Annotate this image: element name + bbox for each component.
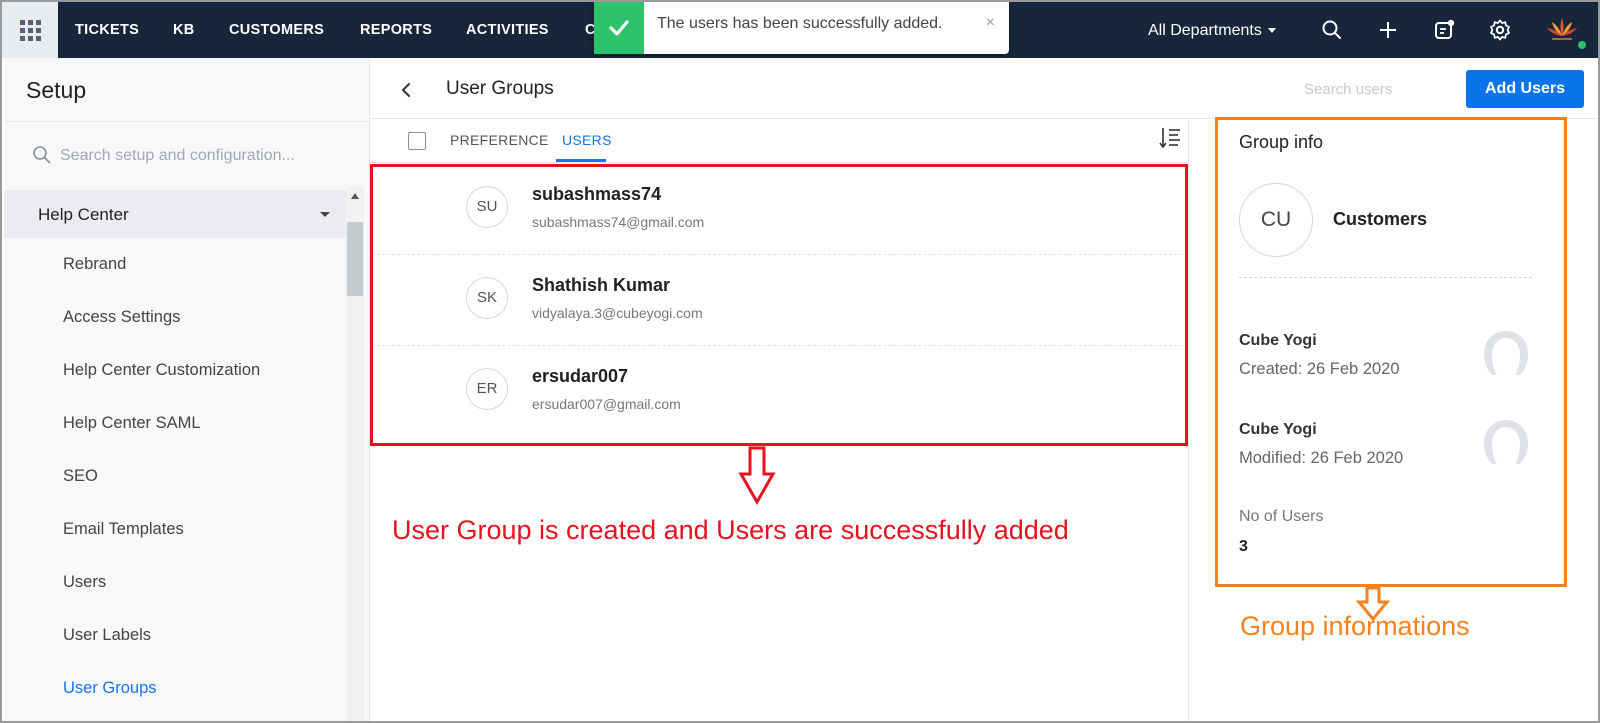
avatar: SK [466, 277, 508, 319]
annotation-arrow-down-icon [738, 446, 776, 506]
tab-users[interactable]: USERS [562, 132, 612, 148]
user-count-label: No of Users [1239, 508, 1324, 525]
created-date: Created: 26 Feb 2020 [1239, 360, 1400, 378]
profile-avatar[interactable] [1544, 12, 1580, 48]
scroll-up-arrow-icon[interactable] [351, 193, 359, 199]
app-window: TICKETS KB CUSTOMERS REPORTS ACTIVITIES … [0, 0, 1600, 723]
add-users-button[interactable]: Add Users [1466, 70, 1584, 108]
user-name[interactable]: ersudar007 [532, 366, 628, 387]
modified-by-name: Cube Yogi [1239, 421, 1317, 438]
page-header: User Groups Add Users [370, 58, 1598, 119]
chevron-down-icon [1267, 28, 1276, 34]
group-avatar: CU [1239, 183, 1313, 257]
sidebar-scrollbar[interactable] [346, 186, 364, 721]
sort-icon[interactable] [1158, 125, 1182, 151]
avatar: SU [466, 186, 508, 228]
toast-message: The users has been successfully added. [657, 15, 943, 32]
search-icon [33, 146, 51, 164]
sidebar-item-email-templates[interactable]: Email Templates [4, 503, 346, 556]
panel-divider [1188, 119, 1189, 721]
success-toast: The users has been successfully added. × [594, 2, 1009, 54]
search-users-input[interactable] [1304, 76, 1424, 102]
select-all-checkbox[interactable] [408, 132, 426, 150]
setup-search-input[interactable] [60, 141, 340, 171]
sidebar-group-label: Help Center [38, 205, 129, 224]
back-chevron-icon[interactable] [400, 82, 412, 98]
divider [4, 121, 370, 122]
sidebar-item-seo[interactable]: SEO [4, 450, 346, 503]
annotation-note-group: Group informations [1240, 611, 1470, 641]
user-name[interactable]: subashmass74 [532, 184, 661, 205]
user-name[interactable]: Shathish Kumar [532, 275, 670, 296]
nav-reports[interactable]: REPORTS [360, 2, 432, 58]
group-name: Customers [1333, 209, 1428, 229]
sidebar-item-user-groups[interactable]: User Groups [4, 662, 346, 715]
apps-grid-icon [19, 19, 41, 41]
nav-activities[interactable]: ACTIVITIES [466, 2, 549, 58]
department-label: All Departments [1148, 22, 1262, 39]
annotation-note-users: User Group is created and Users are succ… [392, 515, 1069, 545]
divider [1239, 277, 1532, 278]
list-item[interactable]: ER ersudar007 ersudar007@gmail.com [372, 346, 1187, 437]
active-tab-indicator [556, 159, 606, 162]
app-switcher-button[interactable] [2, 2, 58, 58]
user-email: ersudar007@gmail.com [532, 396, 681, 412]
close-icon[interactable]: × [986, 14, 995, 32]
user-avatar-placeholder-icon [1484, 420, 1528, 464]
user-count-value: 3 [1239, 538, 1248, 555]
tab-bar: PREFERENCE USERS [370, 119, 1188, 163]
sidebar-item-access-settings[interactable]: Access Settings [4, 291, 346, 344]
sidebar-items: Rebrand Access Settings Help Center Cust… [4, 238, 346, 715]
user-email: subashmass74@gmail.com [532, 214, 705, 230]
page-title: User Groups [446, 78, 554, 99]
check-icon [594, 2, 644, 54]
nav-kb[interactable]: KB [173, 2, 195, 58]
created-by-name: Cube Yogi [1239, 332, 1317, 349]
list-item[interactable]: SK Shathish Kumar vidyalaya.3@cubeyogi.c… [372, 255, 1187, 346]
sidebar-group-help-center[interactable]: Help Center [4, 190, 346, 238]
search-icon[interactable] [1320, 18, 1344, 42]
modified-date: Modified: 26 Feb 2020 [1239, 449, 1404, 467]
gear-icon[interactable] [1488, 18, 1512, 42]
nav-customers[interactable]: CUSTOMERS [229, 2, 324, 58]
user-avatar-placeholder-icon [1484, 331, 1528, 375]
list-item[interactable]: SU subashmass74 subashmass74@gmail.com [372, 164, 1187, 255]
nav-tickets[interactable]: TICKETS [75, 2, 139, 58]
sidebar-item-rebrand[interactable]: Rebrand [4, 238, 346, 291]
plus-icon[interactable] [1376, 18, 1400, 42]
notification-icon[interactable] [1432, 18, 1456, 42]
sidebar-item-help-center-saml[interactable]: Help Center SAML [4, 397, 346, 450]
sidebar-item-user-labels[interactable]: User Labels [4, 609, 346, 662]
department-selector[interactable]: All Departments [1148, 2, 1276, 58]
group-info-title: Group info [1239, 132, 1324, 152]
online-status-dot [1576, 39, 1588, 51]
user-email: vidyalaya.3@cubeyogi.com [532, 305, 703, 321]
sidebar-item-help-center-customization[interactable]: Help Center Customization [4, 344, 346, 397]
sidebar-title: Setup [26, 77, 87, 103]
tab-preference[interactable]: PREFERENCE [450, 132, 549, 148]
sidebar-item-users[interactable]: Users [4, 556, 346, 609]
scrollbar-thumb[interactable] [347, 222, 363, 296]
chevron-down-icon [320, 212, 330, 217]
setup-sidebar: Setup Help Center Rebrand Access Setting… [4, 58, 370, 721]
avatar: ER [466, 368, 508, 410]
user-list: SU subashmass74 subashmass74@gmail.com S… [372, 164, 1187, 437]
